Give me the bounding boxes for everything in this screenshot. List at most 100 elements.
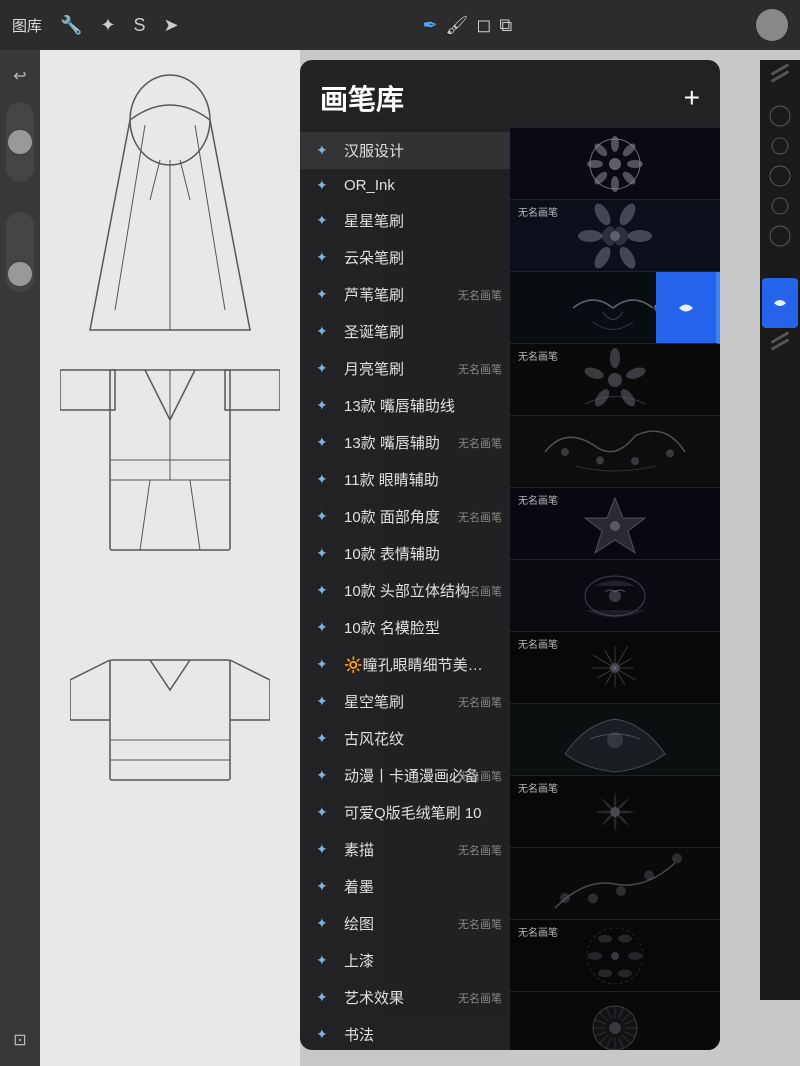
- category-icon: ✦: [316, 249, 334, 266]
- preview-art: [510, 848, 720, 919]
- brush-preview-item[interactable]: 无名画笔: [510, 632, 720, 704]
- category-icon: ✦: [316, 397, 334, 414]
- gallery-button[interactable]: 图库: [12, 15, 42, 36]
- category-item-calli[interactable]: ✦ 书法: [300, 1016, 510, 1050]
- magic-icon[interactable]: ✦: [100, 15, 115, 36]
- category-item-lip13[interactable]: ✦ 13款 嘴唇辅助线: [300, 387, 510, 424]
- hanfu-cloak-sketch: [70, 70, 270, 350]
- category-icon: ✦: [316, 582, 334, 599]
- pen-tool-icon[interactable]: ✒: [422, 15, 437, 36]
- preview-label: 无名画笔: [518, 924, 558, 939]
- category-icon: ✦: [316, 952, 334, 969]
- category-icon: ✦: [316, 177, 334, 194]
- category-label: 13款 嘴唇辅助线: [344, 395, 455, 416]
- category-item-paint[interactable]: ✦ 上漆: [300, 942, 510, 979]
- category-item-reed[interactable]: ✦ 芦苇笔刷 无名画笔: [300, 276, 510, 313]
- brush-panel: 画笔库 + ✦ 汉服设计 ✦ OR_Ink ✦ 星星笔刷 ✦ 云朵笔刷 ✦ 芦苇…: [300, 60, 720, 1050]
- category-label: 10款 面部角度: [344, 506, 440, 527]
- category-label: 10款 头部立体结构: [344, 580, 470, 601]
- category-label: 古风花纹: [344, 728, 404, 749]
- category-item-xmas[interactable]: ✦ 圣诞笔刷: [300, 313, 510, 350]
- category-label: 星星笔刷: [344, 210, 404, 231]
- category-label: 11款 眼睛辅助: [344, 469, 439, 490]
- category-label: 书法: [344, 1024, 374, 1045]
- category-item-model10[interactable]: ✦ 10款 名模脸型: [300, 609, 510, 646]
- category-item-pore[interactable]: ✦ 🔆瞳孔眼睛细节美腿...: [300, 646, 510, 683]
- category-icon: ✦: [316, 545, 334, 562]
- category-sublabel: 无名画笔: [458, 583, 502, 599]
- brush-preview-item[interactable]: [510, 272, 720, 344]
- category-label: 星空笔刷: [344, 691, 404, 712]
- category-icon: ✦: [316, 286, 334, 303]
- eraser-tool-icon[interactable]: ◻: [476, 15, 491, 36]
- undo-button[interactable]: ↩: [4, 60, 36, 92]
- category-icon: ✦: [316, 360, 334, 377]
- layers-icon[interactable]: ⧉: [499, 15, 512, 36]
- category-item-or_ink[interactable]: ✦ OR_Ink: [300, 169, 510, 202]
- brush-preview-item[interactable]: [510, 992, 720, 1050]
- preview-art: [510, 992, 720, 1050]
- brush-preview-item[interactable]: 无名画笔: [510, 488, 720, 560]
- category-item-hanfu[interactable]: ✦ 汉服设计: [300, 132, 510, 169]
- arrow-icon[interactable]: ➤: [164, 15, 179, 36]
- category-item-starsky[interactable]: ✦ 星空笔刷 无名画笔: [300, 683, 510, 720]
- category-item-anime[interactable]: ✦ 动漫丨卡通漫画必备 无名画笔: [300, 757, 510, 794]
- blue-selection-block[interactable]: [762, 278, 798, 328]
- category-sublabel: 无名画笔: [458, 842, 502, 858]
- opacity-slider[interactable]: [6, 102, 34, 182]
- category-icon: ✦: [316, 508, 334, 525]
- category-item-sketch[interactable]: ✦ 素描 无名画笔: [300, 831, 510, 868]
- category-item-art[interactable]: ✦ 艺术效果 无名画笔: [300, 979, 510, 1016]
- brush-preview-item[interactable]: [510, 704, 720, 776]
- category-sublabel: 无名画笔: [458, 768, 502, 784]
- wrench-icon[interactable]: 🔧: [60, 15, 82, 36]
- category-item-lip13b[interactable]: ✦ 13款 嘴唇辅助 无名画笔: [300, 424, 510, 461]
- category-item-moon[interactable]: ✦ 月亮笔刷 无名画笔: [300, 350, 510, 387]
- category-item-star[interactable]: ✦ 星星笔刷: [300, 202, 510, 239]
- brush-panel-body: ✦ 汉服设计 ✦ OR_Ink ✦ 星星笔刷 ✦ 云朵笔刷 ✦ 芦苇笔刷 无名画…: [300, 128, 720, 1050]
- size-slider[interactable]: [6, 212, 34, 292]
- category-sublabel: 无名画笔: [458, 990, 502, 1006]
- category-item-head10[interactable]: ✦ 10款 头部立体结构 无名画笔: [300, 572, 510, 609]
- category-item-ink[interactable]: ✦ 着墨: [300, 868, 510, 905]
- smudge-icon[interactable]: S: [134, 15, 146, 36]
- category-item-gufeng[interactable]: ✦ 古风花纹: [300, 720, 510, 757]
- category-sublabel: 无名画笔: [458, 435, 502, 451]
- top-toolbar: 图库 🔧 ✦ S ➤ ✒ 🖌 ◻ ⧉: [0, 0, 800, 50]
- toolbar-right: [756, 9, 788, 41]
- brush-preview-item[interactable]: [510, 128, 720, 200]
- category-label: 10款 名模脸型: [344, 617, 440, 638]
- category-label: 月亮笔刷: [344, 358, 404, 379]
- square-tool-button[interactable]: ⊡: [4, 1024, 36, 1056]
- preview-label: 无名画笔: [518, 492, 558, 507]
- category-label: 云朵笔刷: [344, 247, 404, 268]
- brush-preview-item[interactable]: 无名画笔: [510, 920, 720, 992]
- category-icon: ✦: [316, 915, 334, 932]
- brush-preview-item[interactable]: 无名画笔: [510, 200, 720, 272]
- category-item-draw[interactable]: ✦ 绘图 无名画笔: [300, 905, 510, 942]
- category-icon: ✦: [316, 841, 334, 858]
- brush-preview-item[interactable]: 无名画笔: [510, 344, 720, 416]
- category-label: 13款 嘴唇辅助: [344, 432, 440, 453]
- category-label: 圣诞笔刷: [344, 321, 404, 342]
- category-item-expr10[interactable]: ✦ 10款 表情辅助: [300, 535, 510, 572]
- category-label: 上漆: [344, 950, 374, 971]
- brush-preview-item[interactable]: [510, 560, 720, 632]
- brush-preview-item[interactable]: [510, 416, 720, 488]
- add-brush-button[interactable]: +: [684, 82, 700, 114]
- category-item-eye11[interactable]: ✦ 11款 眼睛辅助: [300, 461, 510, 498]
- brush-tool-icon[interactable]: 🖌: [446, 15, 469, 36]
- category-label: 10款 表情辅助: [344, 543, 440, 564]
- sketch-content: [40, 50, 300, 1066]
- brush-preview-item[interactable]: 无名画笔: [510, 776, 720, 848]
- category-item-face10[interactable]: ✦ 10款 面部角度 无名画笔: [300, 498, 510, 535]
- category-icon: ✦: [316, 142, 334, 159]
- opacity-thumb: [8, 130, 32, 154]
- category-item-cloud[interactable]: ✦ 云朵笔刷: [300, 239, 510, 276]
- category-label: 芦苇笔刷: [344, 284, 404, 305]
- brush-preview-item[interactable]: [510, 848, 720, 920]
- category-item-cute[interactable]: ✦ 可爱Q版毛绒笔刷 10: [300, 794, 510, 831]
- toolbar-center: ✒ 🖌 ◻ ⧉: [179, 15, 756, 36]
- avatar-button[interactable]: [756, 9, 788, 41]
- category-icon: ✦: [316, 804, 334, 821]
